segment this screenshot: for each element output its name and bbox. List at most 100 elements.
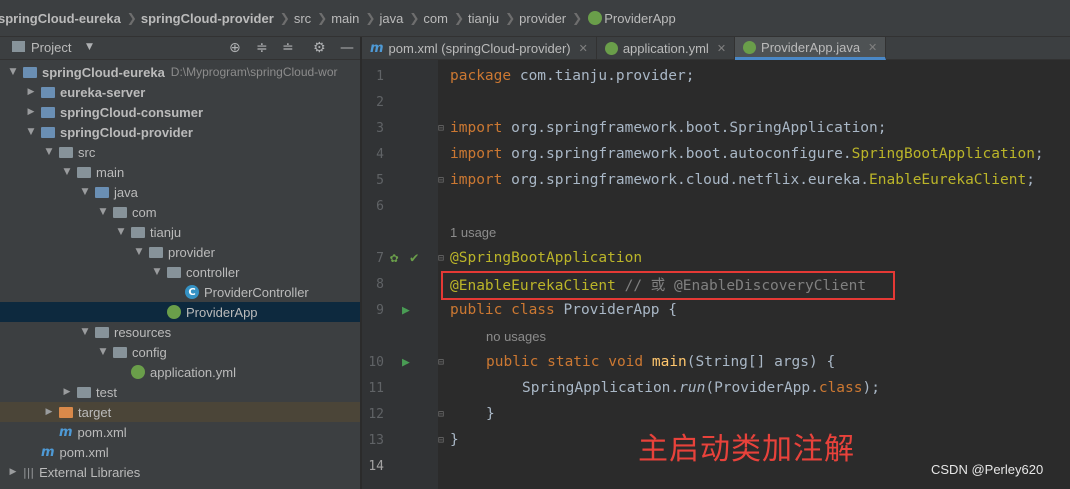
code-token: (ProviderApp.: [705, 380, 819, 396]
close-icon[interactable]: ✕: [868, 41, 877, 54]
fold-icon[interactable]: ⊟: [438, 123, 444, 134]
chevron-down-icon[interactable]: ▼: [78, 327, 92, 337]
folder-icon: [77, 386, 91, 398]
tree-item-label: src: [78, 144, 96, 160]
line-number: 13: [368, 432, 384, 448]
fold-icon[interactable]: ⊟: [438, 175, 444, 186]
locate-icon[interactable]: ⊕: [229, 40, 241, 56]
folder-icon: [12, 41, 25, 52]
annotation-text: 主启动类加注解: [638, 432, 855, 467]
tab-providerapp-java[interactable]: ProviderApp.java ✕: [735, 37, 887, 60]
tree-item-com[interactable]: ▼ com: [0, 202, 360, 222]
tree-item-application-yml[interactable]: application.yml: [0, 362, 360, 382]
chevron-right-icon[interactable]: ▶: [6, 467, 20, 477]
tree-item-label: pom.xml: [59, 444, 109, 460]
chevron-down-icon[interactable]: ▼: [86, 42, 93, 52]
tree-item-label: springCloud-consumer: [60, 104, 204, 120]
chevron-down-icon[interactable]: ▼: [78, 187, 92, 197]
run-icon[interactable]: ▶: [402, 355, 410, 370]
chevron-down-icon[interactable]: ▼: [42, 147, 56, 157]
spring-class-icon: [588, 11, 603, 25]
breadcrumb-item[interactable]: com: [423, 11, 448, 26]
tree-item-eureka-server[interactable]: ▶ eureka-server: [0, 82, 360, 102]
breadcrumb-item[interactable]: main: [331, 11, 359, 26]
tree-item-target[interactable]: ▶ target: [0, 402, 360, 422]
tree-item-providercontroller[interactable]: C ProviderController: [0, 282, 360, 302]
tree-item-label: tianju: [150, 224, 182, 240]
tree-item-pom-xml-root[interactable]: m pom.xml: [0, 442, 360, 462]
tree-item-pom-xml-provider[interactable]: m pom.xml: [0, 422, 360, 442]
code-token: ;: [1026, 172, 1035, 188]
project-view-selector[interactable]: Project: [31, 40, 71, 55]
chevron-down-icon[interactable]: ▼: [60, 167, 74, 177]
fold-icon[interactable]: ⊟: [438, 357, 444, 368]
chevron-right-icon[interactable]: ▶: [24, 107, 38, 117]
tree-item-springcloud-provider[interactable]: ▼ springCloud-provider: [0, 122, 360, 142]
fold-icon[interactable]: ⊟: [438, 435, 444, 446]
chevron-down-icon[interactable]: ▼: [114, 227, 128, 237]
breadcrumb-item[interactable]: java: [379, 11, 403, 26]
breadcrumb-item[interactable]: springCloud-provider: [141, 11, 274, 26]
breadcrumb-item[interactable]: springCloud-eureka: [0, 11, 121, 26]
tree-item-provider[interactable]: ▼ provider: [0, 242, 360, 262]
tree-item-main[interactable]: ▼ main: [0, 162, 360, 182]
breadcrumb-item[interactable]: provider: [519, 11, 566, 26]
code-line: 6: [362, 193, 1070, 219]
tree-item-springcloud-eureka[interactable]: ▼ springCloud-eureka D:\Myprogram\spring…: [0, 62, 360, 82]
tree-item-label: test: [96, 384, 117, 400]
close-icon[interactable]: ✕: [579, 42, 588, 55]
breadcrumb-item[interactable]: src: [294, 11, 311, 26]
collapse-all-icon[interactable]: ≐: [282, 40, 294, 56]
chevron-down-icon[interactable]: ▼: [6, 67, 20, 77]
expand-all-icon[interactable]: ≑: [256, 40, 268, 56]
tree-item-providerapp[interactable]: ProviderApp: [0, 302, 360, 322]
chevron-down-icon[interactable]: ▼: [150, 267, 164, 277]
tree-item-label: springCloud-eureka: [42, 64, 165, 80]
tree-item-config[interactable]: ▼ config: [0, 342, 360, 362]
code-line: 9 ▶ public class ProviderApp {: [362, 297, 1070, 323]
chevron-down-icon[interactable]: ▼: [96, 207, 110, 217]
project-panel-toolbar: Project ▼ ⊕ ≑ ≐ ⚙ —: [0, 37, 360, 60]
tree-item-external-libraries[interactable]: ▶ ||| External Libraries: [0, 462, 360, 482]
resources-folder-icon: [95, 326, 109, 338]
code-line: 10 ▶ ⊟ public static void main(String[] …: [362, 349, 1070, 375]
breadcrumb-item[interactable]: ProviderApp: [604, 11, 676, 26]
spring-boot-gutter-icon[interactable]: ✔: [410, 250, 418, 266]
spring-bean-gutter-icon[interactable]: ✿: [390, 250, 398, 266]
chevron-right-icon[interactable]: ▶: [24, 87, 38, 97]
tree-item-label: ProviderApp: [186, 304, 258, 320]
tree-item-label: External Libraries: [39, 464, 141, 480]
spring-config-icon: [131, 365, 145, 379]
code-token: (String[] args) {: [686, 354, 836, 370]
fold-icon[interactable]: ⊟: [438, 409, 444, 420]
tree-item-tianju[interactable]: ▼ tianju: [0, 222, 360, 242]
line-number: 10: [368, 354, 384, 370]
run-icon[interactable]: ▶: [402, 303, 410, 318]
usage-hint[interactable]: 1 usage: [450, 225, 496, 240]
tree-item-test[interactable]: ▶ test: [0, 382, 360, 402]
tab-application-yml[interactable]: application.yml ✕: [597, 37, 736, 60]
tree-item-java[interactable]: ▼ java: [0, 182, 360, 202]
chevron-down-icon[interactable]: ▼: [24, 127, 38, 137]
chevron-down-icon[interactable]: ▼: [96, 347, 110, 357]
tree-item-resources[interactable]: ▼ resources: [0, 322, 360, 342]
close-icon[interactable]: ✕: [717, 42, 726, 55]
fold-icon[interactable]: ⊟: [438, 253, 444, 264]
libraries-icon: |||: [23, 465, 35, 479]
line-number: 7: [376, 250, 384, 266]
minimize-icon[interactable]: —: [340, 40, 354, 56]
usage-hint[interactable]: no usages: [486, 329, 546, 344]
chevron-down-icon[interactable]: ▼: [132, 247, 146, 257]
package-icon: [149, 246, 163, 258]
breadcrumb-item[interactable]: tianju: [468, 11, 499, 26]
tree-item-label: springCloud-provider: [60, 124, 193, 140]
code-token: EnableEurekaClient: [869, 172, 1027, 188]
chevron-right-icon[interactable]: ▶: [42, 407, 56, 417]
class-icon: C: [185, 285, 199, 299]
tree-item-controller[interactable]: ▼ controller: [0, 262, 360, 282]
tab-pom-xml[interactable]: m pom.xml (springCloud-provider) ✕: [362, 37, 597, 60]
chevron-right-icon[interactable]: ▶: [60, 387, 74, 397]
tree-item-src[interactable]: ▼ src: [0, 142, 360, 162]
tree-item-springcloud-consumer[interactable]: ▶ springCloud-consumer: [0, 102, 360, 122]
gear-icon[interactable]: ⚙: [313, 40, 326, 56]
